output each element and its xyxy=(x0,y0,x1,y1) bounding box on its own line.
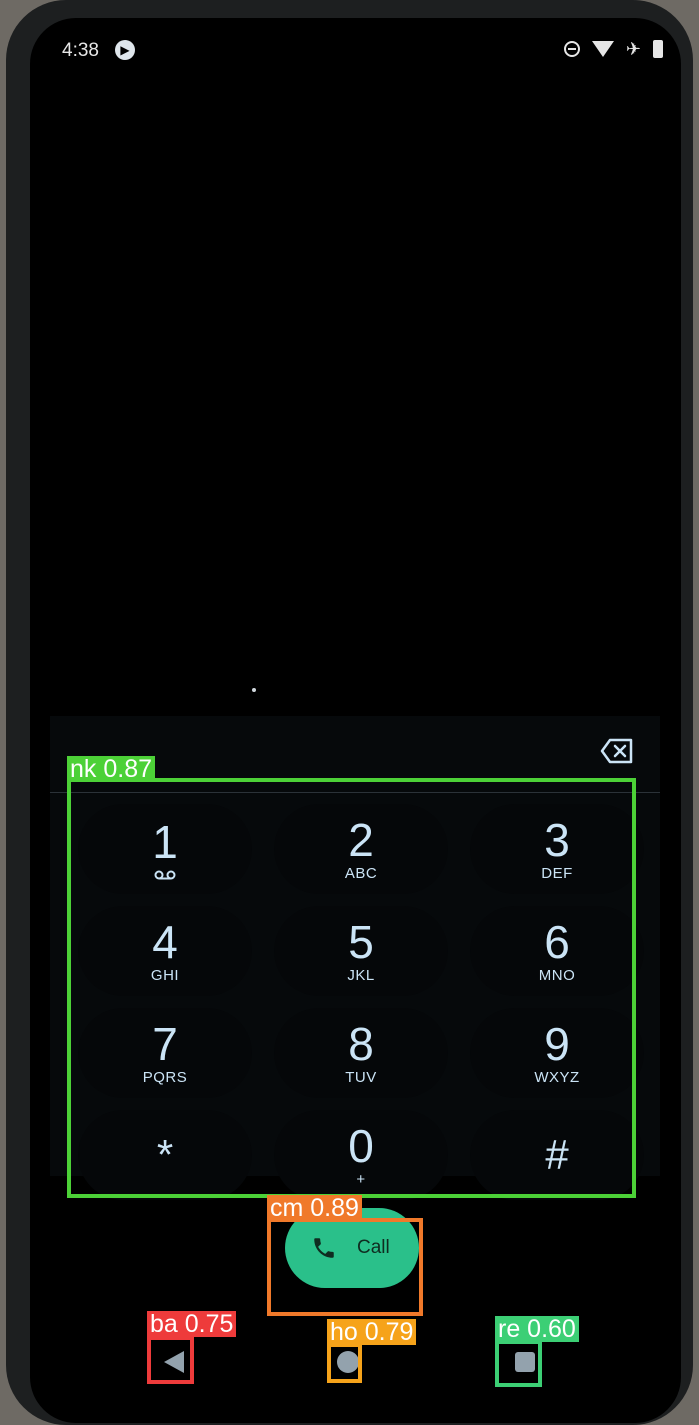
detection-box-ba xyxy=(147,1336,194,1384)
wifi-icon xyxy=(591,41,614,57)
detection-label-ho: ho 0.79 xyxy=(327,1319,417,1345)
detection-label-cm: cm 0.89 xyxy=(267,1195,362,1221)
airplane-icon: ✈ xyxy=(625,39,641,59)
detection-box-re xyxy=(495,1340,542,1387)
detection-label-nk: nk 0.87 xyxy=(67,756,156,782)
detection-box-ho xyxy=(327,1343,362,1383)
status-icons: ✈ xyxy=(563,39,663,59)
media-badge-icon: ▶ xyxy=(115,40,135,60)
backspace-icon xyxy=(600,738,633,764)
detection-label-ba: ba 0.75 xyxy=(147,1311,237,1337)
detection-box-nk xyxy=(67,778,636,1198)
status-time: 4:38 xyxy=(62,40,99,61)
detection-label-re: re 0.60 xyxy=(495,1316,579,1342)
backspace-button[interactable] xyxy=(600,738,634,764)
do-not-disturb-icon xyxy=(563,41,580,57)
battery-icon xyxy=(653,40,663,58)
digits-field-cursor xyxy=(252,688,256,692)
detection-box-cm xyxy=(267,1218,423,1316)
status-bar: 4:38 ▶ ✈ xyxy=(30,18,681,82)
